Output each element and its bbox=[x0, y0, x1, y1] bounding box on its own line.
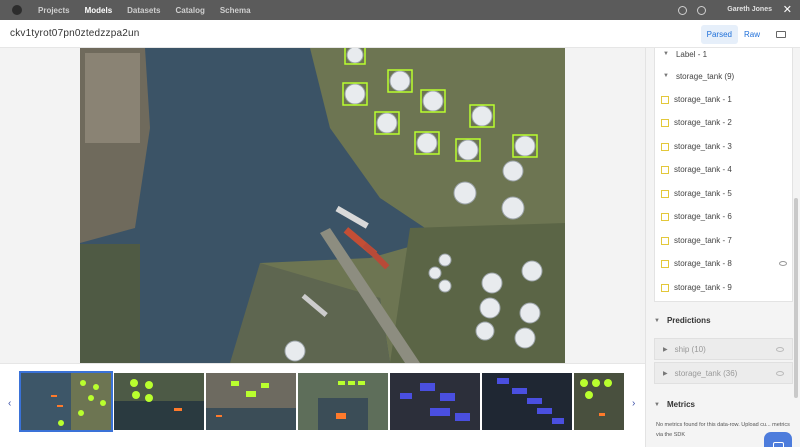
annotation-checkbox[interactable] bbox=[661, 259, 669, 268]
eye-icon[interactable] bbox=[779, 261, 787, 266]
caret-down-icon: ▼ bbox=[654, 401, 660, 408]
caret-down-icon: ▼ bbox=[663, 73, 669, 79]
annotation-item[interactable]: storage_tank - 8 bbox=[655, 252, 794, 275]
annotation-item[interactable]: storage_tank - 2 bbox=[655, 111, 794, 134]
annotation-item[interactable]: storage_tank - 7 bbox=[655, 229, 794, 252]
user-name[interactable]: Gareth Jones bbox=[727, 6, 772, 13]
annotation-item[interactable]: storage_tank - 1 bbox=[655, 88, 794, 111]
metrics-title: Metrics bbox=[666, 400, 695, 409]
chat-button[interactable] bbox=[764, 432, 792, 447]
predictions-title: Predictions bbox=[666, 316, 711, 325]
annotation-label: storage_tank - 7 bbox=[674, 236, 732, 245]
annotation-checkbox[interactable] bbox=[661, 165, 669, 174]
chat-icon bbox=[772, 441, 784, 447]
annotation-checkbox[interactable] bbox=[661, 189, 669, 198]
nav-datasets[interactable]: Datasets bbox=[127, 6, 160, 15]
notification-icon[interactable] bbox=[697, 6, 706, 15]
view-toggle: Parsed Raw bbox=[700, 25, 786, 44]
close-icon[interactable]: ✕ bbox=[783, 3, 792, 16]
panel-scrollbar[interactable] bbox=[794, 198, 798, 398]
label-box: ▼ Label - 1 ▼ storage_tank (9) storage_t… bbox=[654, 48, 793, 302]
modal-header: ckv1tyrot07pn0ztedzzpa2un Parsed Raw bbox=[0, 20, 800, 48]
metrics-header[interactable]: ▼ Metrics bbox=[654, 400, 695, 409]
caret-down-icon: ▼ bbox=[654, 317, 660, 324]
thumbnail-2[interactable] bbox=[114, 373, 204, 430]
aerial-image-svg bbox=[80, 48, 565, 363]
prediction-row[interactable]: ▶ ship (10) bbox=[654, 338, 793, 360]
data-row-modal: ckv1tyrot07pn0ztedzzpa2un Parsed Raw ‹ ›… bbox=[0, 20, 800, 447]
caret-right-icon: ▶ bbox=[663, 370, 668, 377]
annotation-label: storage_tank - 5 bbox=[674, 189, 732, 198]
nav-projects[interactable]: Projects bbox=[38, 6, 70, 15]
thumbnail-5[interactable] bbox=[390, 373, 480, 430]
image-viewer[interactable] bbox=[0, 48, 645, 363]
thumbnail-4[interactable] bbox=[298, 373, 388, 430]
nav-schema[interactable]: Schema bbox=[220, 6, 251, 15]
annotation-checkbox[interactable] bbox=[661, 95, 669, 104]
thumbnail-6[interactable] bbox=[482, 373, 572, 430]
annotation-label: storage_tank - 8 bbox=[674, 259, 732, 268]
annotation-panel: ▼ Label - 1 ▼ storage_tank (9) storage_t… bbox=[645, 48, 800, 447]
label-group-row[interactable]: ▼ Label - 1 bbox=[663, 48, 707, 60]
raw-button[interactable]: Raw bbox=[738, 25, 766, 44]
class-group-name: storage_tank (9) bbox=[675, 71, 735, 81]
annotation-checkbox[interactable] bbox=[661, 212, 669, 221]
annotation-item[interactable]: storage_tank - 5 bbox=[655, 182, 794, 205]
aerial-image[interactable] bbox=[80, 48, 565, 363]
caret-down-icon: ▼ bbox=[663, 51, 669, 57]
annotation-label: storage_tank - 9 bbox=[674, 283, 732, 292]
annotation-item[interactable]: storage_tank - 6 bbox=[655, 205, 794, 228]
thumbnail-strip: ‹ › bbox=[0, 363, 645, 447]
thumbnail-3[interactable] bbox=[206, 373, 296, 430]
annotation-label: storage_tank - 2 bbox=[674, 118, 732, 127]
data-row-id: ckv1tyrot07pn0ztedzzpa2un bbox=[10, 28, 140, 39]
keyboard-icon[interactable] bbox=[776, 31, 786, 38]
annotation-checkbox[interactable] bbox=[661, 236, 669, 245]
thumbs-next-icon[interactable]: › bbox=[632, 398, 635, 409]
annotation-checkbox[interactable] bbox=[661, 283, 669, 292]
eye-off-icon[interactable] bbox=[776, 346, 784, 352]
eye-off-icon[interactable] bbox=[776, 370, 784, 376]
annotation-item[interactable]: storage_tank - 3 bbox=[655, 135, 794, 158]
prediction-label: ship (10) bbox=[674, 344, 706, 354]
caret-right-icon: ▶ bbox=[663, 346, 668, 353]
annotation-label: storage_tank - 6 bbox=[674, 212, 732, 221]
label-group-name: Label - 1 bbox=[675, 49, 708, 59]
top-nav: Projects Models Datasets Catalog Schema … bbox=[0, 0, 800, 20]
thumbnail-1[interactable] bbox=[19, 371, 113, 432]
prediction-row[interactable]: ▶ storage_tank (36) bbox=[654, 362, 793, 384]
annotation-label: storage_tank - 4 bbox=[674, 165, 732, 174]
help-icon[interactable] bbox=[678, 6, 687, 15]
class-group-row[interactable]: ▼ storage_tank (9) bbox=[663, 70, 734, 82]
prediction-label: storage_tank (36) bbox=[674, 368, 738, 378]
annotation-item[interactable]: storage_tank - 4 bbox=[655, 158, 794, 181]
annotation-label: storage_tank - 3 bbox=[674, 142, 732, 151]
app-logo-icon bbox=[12, 5, 22, 15]
parsed-button[interactable]: Parsed bbox=[700, 25, 738, 44]
annotation-label: storage_tank - 1 bbox=[674, 95, 732, 104]
nav-catalog[interactable]: Catalog bbox=[176, 6, 205, 15]
annotation-checkbox[interactable] bbox=[661, 142, 669, 151]
predictions-header[interactable]: ▼ Predictions bbox=[654, 316, 711, 325]
thumbnail-7[interactable] bbox=[574, 373, 624, 430]
thumbs-prev-icon[interactable]: ‹ bbox=[8, 398, 11, 409]
annotation-checkbox[interactable] bbox=[661, 118, 669, 127]
annotation-item[interactable]: storage_tank - 9 bbox=[655, 276, 794, 299]
nav-models[interactable]: Models bbox=[85, 6, 113, 15]
